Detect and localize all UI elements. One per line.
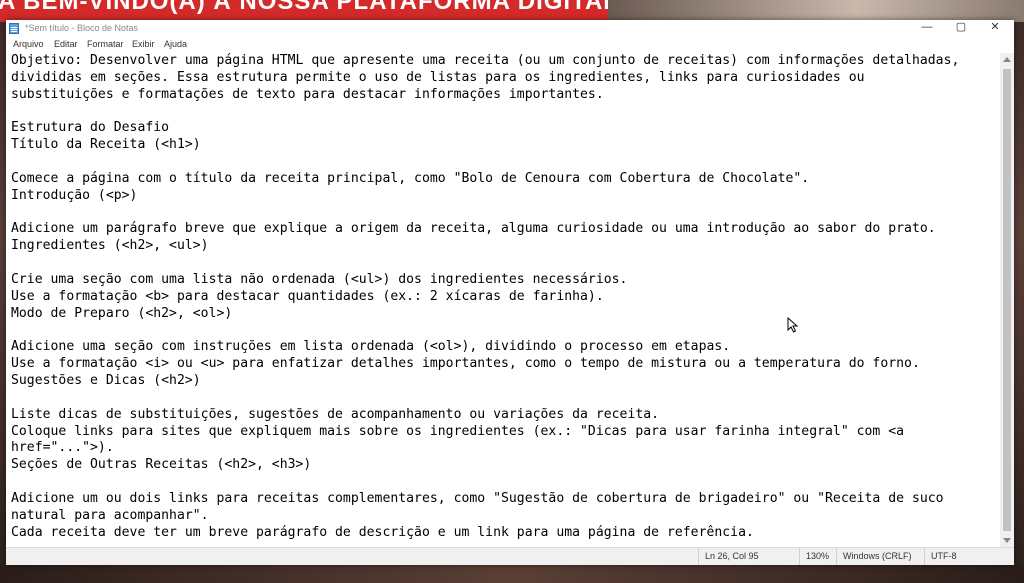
maximize-button[interactable]: ▢: [944, 20, 978, 37]
title-bar[interactable]: *Sem título - Bloco de Notas — ▢ ✕: [6, 20, 1014, 37]
menu-bar: Arquivo Editar Formatar Exibir Ajuda: [6, 37, 1014, 52]
scroll-up-icon[interactable]: [1003, 57, 1011, 62]
encoding: UTF-8: [924, 548, 1000, 565]
mouse-pointer-icon: [787, 317, 799, 333]
cursor-position: Ln 26, Col 95: [698, 548, 799, 565]
minimize-button[interactable]: —: [910, 20, 944, 37]
menu-arquivo[interactable]: Arquivo: [13, 39, 44, 49]
scrollbar-thumb[interactable]: [1003, 69, 1011, 531]
background-image: [608, 0, 1024, 22]
menu-formatar[interactable]: Formatar: [87, 39, 124, 49]
menu-exibir[interactable]: Exibir: [132, 39, 155, 49]
menu-ajuda[interactable]: Ajuda: [164, 39, 187, 49]
window-title: *Sem título - Bloco de Notas: [25, 23, 139, 33]
menu-editar[interactable]: Editar: [54, 39, 78, 49]
close-button[interactable]: ✕: [978, 20, 1012, 37]
scroll-down-icon[interactable]: [1003, 538, 1011, 543]
editor-content[interactable]: Objetivo: Desenvolver uma página HTML qu…: [11, 53, 959, 541]
text-editor[interactable]: Objetivo: Desenvolver uma página HTML qu…: [6, 53, 1000, 547]
background-banner-text: A BEM-VINDO(A) À NOSSA PLATAFORMA DIGITA…: [0, 0, 608, 15]
zoom-level: 130%: [799, 548, 836, 565]
vertical-scrollbar[interactable]: [1000, 53, 1014, 547]
background-image-bottom: [0, 565, 1024, 583]
notepad-icon: [9, 23, 19, 34]
line-ending: Windows (CRLF): [836, 548, 924, 565]
status-bar: Ln 26, Col 95 130% Windows (CRLF) UTF-8: [6, 547, 1014, 565]
notepad-window: *Sem título - Bloco de Notas — ▢ ✕ Arqui…: [6, 20, 1014, 565]
background-banner: A BEM-VINDO(A) À NOSSA PLATAFORMA DIGITA…: [0, 0, 608, 22]
